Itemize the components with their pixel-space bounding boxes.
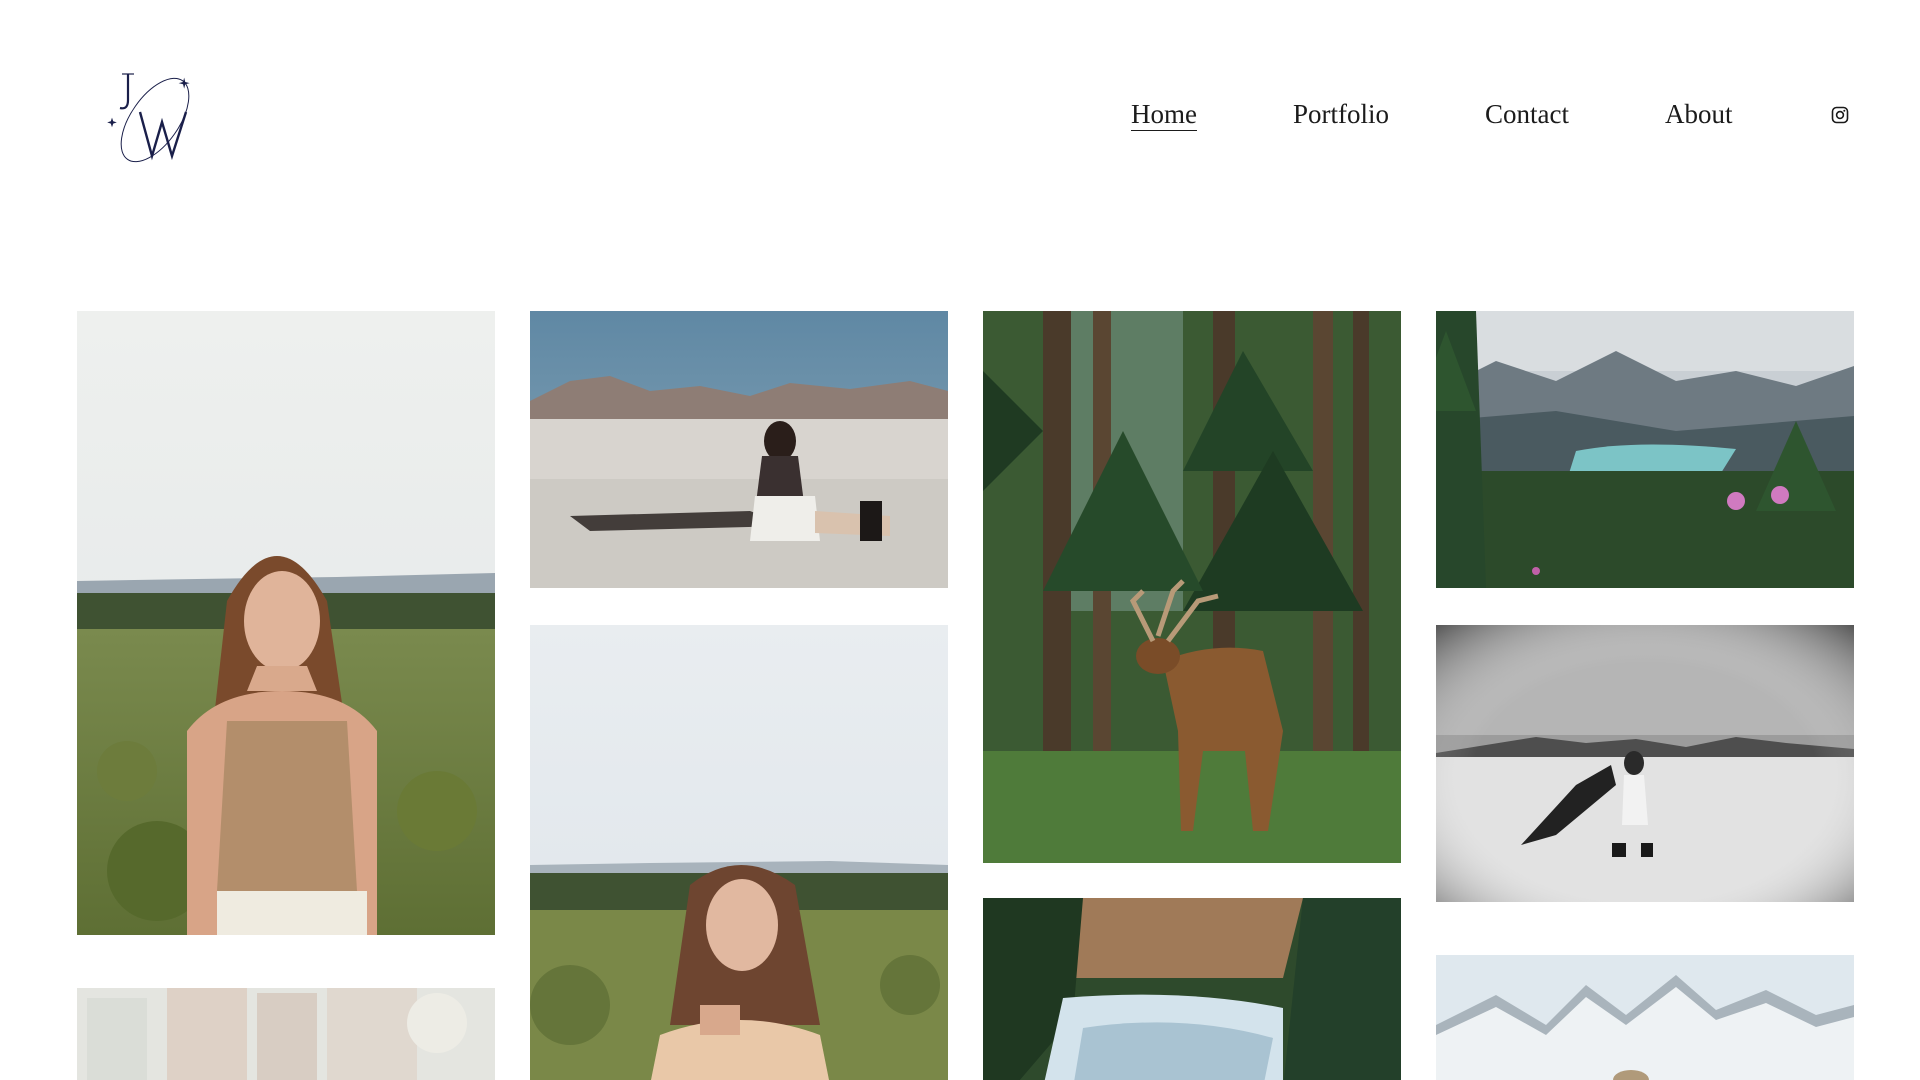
photo-street-icon xyxy=(77,988,495,1080)
instagram-icon[interactable] xyxy=(1831,106,1849,124)
main-nav: Home Portfolio Contact About xyxy=(1131,96,1732,132)
photo-elk-icon xyxy=(983,311,1401,863)
site-header: Home Portfolio Contact About xyxy=(0,0,1920,230)
photo-portrait-icon xyxy=(77,311,495,935)
photo-lake-icon xyxy=(1436,311,1854,588)
nav-contact[interactable]: Contact xyxy=(1485,96,1569,132)
gallery-photo-salt-flat-seated[interactable] xyxy=(530,311,948,588)
page: Home Portfolio Contact About xyxy=(0,0,1920,1080)
gallery-photo-woman-chin-rest[interactable] xyxy=(530,625,948,1080)
gallery-photo-elk-forest[interactable] xyxy=(983,311,1401,863)
gallery-photo-snowy-peaks[interactable] xyxy=(1436,955,1854,1080)
photo-river-icon xyxy=(983,898,1401,1080)
jw-monogram-icon xyxy=(107,73,190,163)
gallery-photo-bw-salt-flat[interactable] xyxy=(1436,625,1854,902)
site-logo[interactable] xyxy=(100,60,210,170)
photo-salt-flat-icon xyxy=(530,311,948,588)
gallery-photo-mountain-lake[interactable] xyxy=(1436,311,1854,588)
gallery-photo-city-street[interactable] xyxy=(77,988,495,1080)
gallery-photo-woman-sagebrush[interactable] xyxy=(77,311,495,935)
nav-home[interactable]: Home xyxy=(1131,96,1197,132)
gallery-photo-river-canyon[interactable] xyxy=(983,898,1401,1080)
nav-portfolio[interactable]: Portfolio xyxy=(1293,96,1389,132)
photo-portrait-icon xyxy=(530,625,948,1080)
nav-about[interactable]: About xyxy=(1665,96,1733,132)
photo-bw-icon xyxy=(1436,625,1854,902)
photo-peaks-icon xyxy=(1436,955,1854,1080)
